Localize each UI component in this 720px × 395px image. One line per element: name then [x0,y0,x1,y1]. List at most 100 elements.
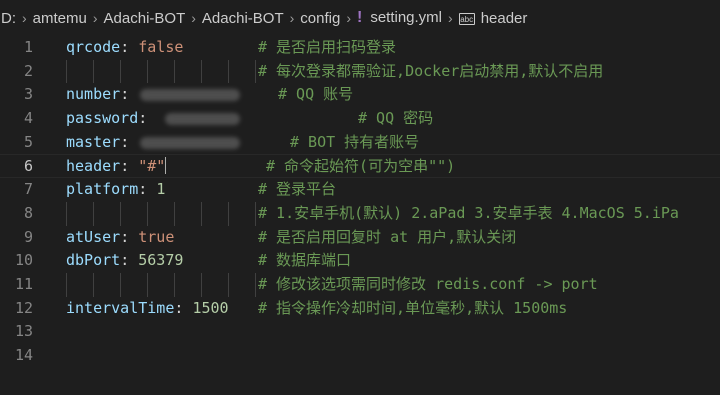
yaml-key: qrcode [66,38,121,56]
yaml-colon: : [120,132,139,151]
indent-guide [228,59,229,84]
redacted-value [165,113,240,126]
code-content: master: [66,131,138,155]
breadcrumb-file[interactable]: ! setting.yml [356,9,443,27]
code-line[interactable]: 11 # 修改该选项需同时修改 redis.conf -> port [0,272,720,297]
line-number: 9 [23,227,33,246]
yaml-comment: # BOT 持有者账号 [290,132,420,151]
code-content: number: [66,83,129,107]
yaml-comment: # 命令起始符(可为空串"") [266,157,456,176]
yaml-file-icon: ! [356,9,363,26]
line-number: 2 [23,61,33,80]
indent-guide [93,201,94,226]
indent-guide [174,272,175,297]
line-number: 14 [14,345,33,364]
yaml-comment: # 修改该选项需同时修改 redis.conf -> port [258,274,598,293]
chevron-right-icon: › [22,10,27,26]
yaml-value: false [138,38,184,56]
line-number: 11 [14,274,33,293]
breadcrumb-drive[interactable]: D: [0,10,17,27]
code-line[interactable]: 6 header: "#" # 命令起始符(可为空串"") [0,154,720,179]
code-line[interactable]: 9 atUser: true # 是否启用回复时 at 用户,默认关闭 [0,226,720,250]
code-content: password: [66,107,147,131]
code-line[interactable]: 8 # 1.安卓手机(默认) 2.aPad 3.安卓手表 4.MacOS 5.iP… [0,201,720,226]
breadcrumb-folder-config[interactable]: config [299,10,341,27]
code-line[interactable]: 2 # 每次登录都需验证,Docker启动禁用,默认不启用 [0,59,720,84]
indent-guide [228,201,229,226]
chevron-right-icon: › [289,10,295,26]
yaml-colon: : [174,298,193,317]
yaml-key: atUser [66,227,121,246]
yaml-colon: : [138,109,148,128]
indent-guide [255,272,256,297]
yaml-key: platform [66,180,139,199]
indent-guide [93,59,94,84]
code-editor[interactable]: 1 qrcode: false # 是否启用扫码登录 2 # 每次登录都需验证,Dock… [0,36,720,368]
code-content: platform: 1 [66,178,165,202]
breadcrumb-folder-adachi-bot-inner[interactable]: Adachi-BOT [201,10,285,27]
code-content: dbPort: 56379 [66,249,183,273]
chevron-right-icon: › [448,10,453,26]
code-line[interactable]: 4 password: # QQ 密码 [0,107,720,131]
code-line[interactable]: 14 [0,344,720,368]
breadcrumb-folder-adachi-bot[interactable]: Adachi-BOT [103,10,187,27]
indent-guide [147,201,148,226]
yaml-comment: # 登录平台 [258,180,337,199]
breadcrumb-folder-amtemu[interactable]: amtemu [32,10,88,27]
indent-guide [66,201,67,226]
indent-guide [93,272,94,297]
yaml-key: password [66,109,139,128]
indent-guide [120,272,121,297]
code-line[interactable]: 5 master: # BOT 持有者账号 [0,131,720,155]
yaml-key: dbPort [66,251,121,270]
indent-guide [66,59,67,84]
yaml-value: 1500 [192,298,229,317]
yaml-key: number [66,85,121,104]
line-number: 5 [23,132,33,151]
code-line[interactable]: 13 [0,320,720,344]
code-line[interactable]: 10 dbPort: 56379 # 数据库端口 [0,249,720,273]
indent-guide [120,59,121,84]
redacted-value [140,136,240,149]
redacted-value [140,89,240,102]
code-line[interactable]: 7 platform: 1 # 登录平台 [0,178,720,202]
code-content: header: "#" [66,155,167,179]
indent-guide [255,59,256,84]
line-number: 8 [23,203,33,222]
line-number: 3 [23,85,33,104]
chevron-right-icon: › [346,10,351,26]
line-number: 1 [23,38,33,56]
yaml-key: intervalTime [66,298,175,317]
indent-guide [201,272,202,297]
text-cursor [165,157,167,175]
line-number: 12 [14,298,33,317]
code-line[interactable]: 12 intervalTime: 1500 # 指令操作冷却时间,单位毫秒,默认 1… [0,297,720,321]
indent-guide [147,59,148,84]
indent-guide [174,201,175,226]
breadcrumb-file-label: setting.yml [370,9,443,26]
yaml-comment: # QQ 账号 [278,85,354,104]
yaml-key: header [66,157,121,176]
yaml-colon: : [120,38,139,56]
yaml-comment: # 指令操作冷却时间,单位毫秒,默认 1500ms [258,298,568,317]
indent-guide [147,272,148,297]
chevron-right-icon: › [92,10,98,26]
yaml-comment: # 数据库端口 [258,251,352,270]
yaml-colon: : [120,227,139,246]
breadcrumb-symbol-label: header [480,9,528,27]
yaml-colon: : [120,157,139,176]
indent-guide [174,59,175,84]
line-number: 6 [23,157,33,176]
line-number: 7 [23,180,33,199]
code-line[interactable]: 3 number: # QQ 账号 [0,83,720,107]
string-symbol-icon: abc [458,12,475,25]
line-number: 4 [23,109,33,128]
breadcrumb-symbol[interactable]: abc header [458,10,529,27]
indent-guide [201,59,202,84]
code-content: qrcode: false [66,36,183,60]
code-content: intervalTime: 1500 [66,297,229,321]
yaml-value: 1 [156,180,166,199]
indent-guide [120,201,121,226]
code-line[interactable]: 1 qrcode: false # 是否启用扫码登录 [0,36,720,60]
yaml-comment: # 是否启用回复时 at 用户,默认关闭 [258,227,517,246]
